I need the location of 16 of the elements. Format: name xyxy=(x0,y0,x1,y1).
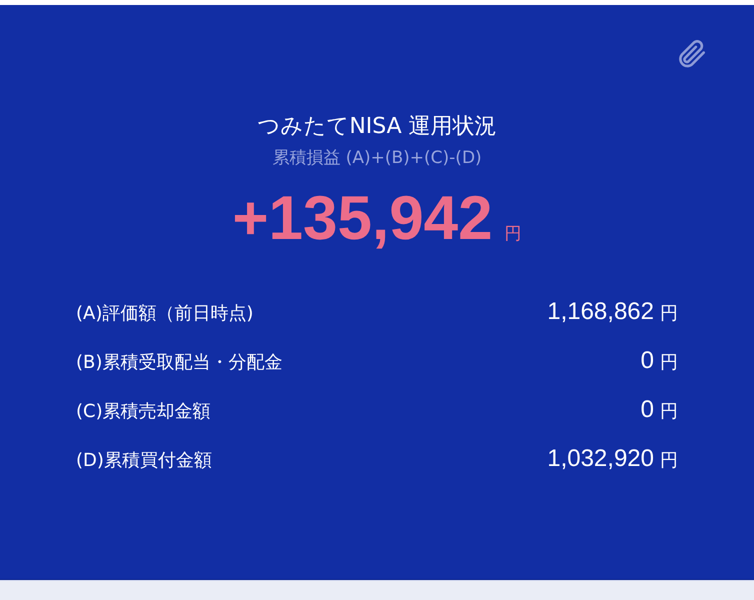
row-value: 0 xyxy=(640,397,654,423)
currency-unit: 円 xyxy=(504,223,522,245)
row-label: (D)累積買付金額 xyxy=(76,449,212,473)
row-label: (A)評価額（前日時点) xyxy=(76,302,254,326)
row-value: 1,168,862 xyxy=(547,299,654,325)
row-value: 0 xyxy=(640,348,654,374)
currency-unit: 円 xyxy=(660,302,678,325)
row-label: (C)累積売却金額 xyxy=(76,400,211,424)
panel-title: つみたてNISA 運用状況 xyxy=(257,113,497,141)
formula-subtitle: 累積損益 (A)+(B)+(C)-(D) xyxy=(272,147,482,169)
currency-unit: 円 xyxy=(660,449,678,472)
row-label: (B)累積受取配当・分配金 xyxy=(76,351,282,375)
currency-unit: 円 xyxy=(660,351,678,374)
row-value: 1,032,920 xyxy=(547,446,654,472)
total-amount: +135,942 xyxy=(232,183,493,255)
currency-unit: 円 xyxy=(660,400,678,423)
